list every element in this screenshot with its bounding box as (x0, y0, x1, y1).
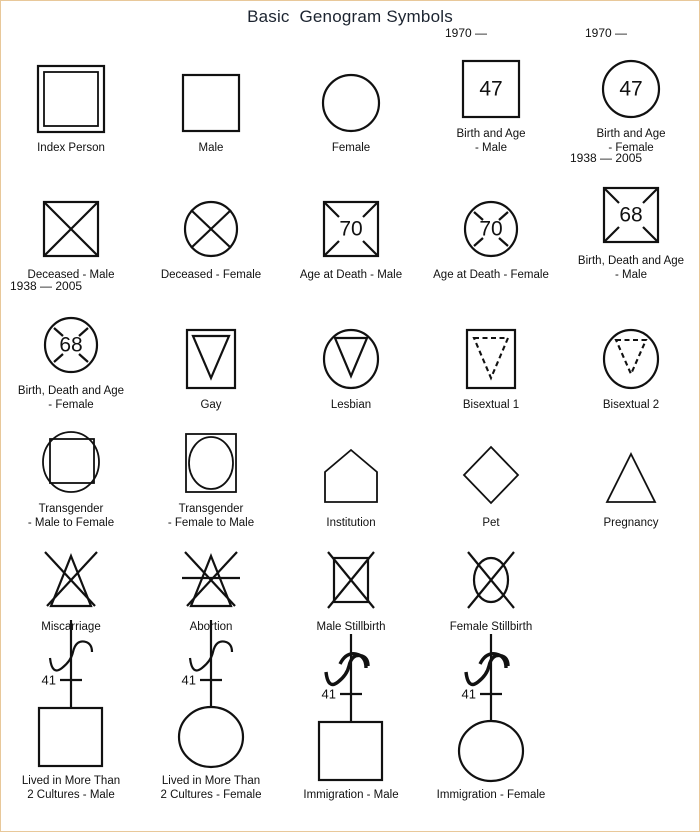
pet-glyph (453, 436, 529, 512)
symbol-cell-immigration-male[interactable]: 41 Immigration - Male (281, 632, 421, 802)
symbol-cell-lived-more-cultures-male[interactable]: 41 Lived in More Than 2 Cultures - Male (1, 620, 141, 802)
birth-death-date-label: 1938 — 2005 (10, 279, 83, 293)
female-stillbirth-glyph (453, 544, 529, 616)
birth-date-label: 1970 — (445, 26, 488, 40)
deceased-male-glyph (33, 188, 109, 264)
symbol-cell-immigration-female[interactable]: 41 Immigration - Female (421, 632, 561, 802)
symbol-row-1: Index Person Male Female 1970 — 47 Birth… (1, 27, 700, 155)
symbol-caption: Birth, Death and Age - Female (17, 385, 125, 411)
lived-more-cultures-female-glyph: 41 (156, 618, 266, 770)
symbol-cell-birth-and-age-male[interactable]: 1970 — 47 Birth and Age - Male (421, 27, 561, 155)
institution-glyph (313, 436, 389, 512)
symbol-caption: Index Person (37, 141, 105, 154)
symbol-cell-bisexual-1[interactable]: Bisextual 1 (421, 282, 561, 412)
lived-more-cultures-male-glyph: 41 (16, 618, 126, 770)
male-stillbirth-glyph (313, 544, 389, 616)
symbol-cell-lesbian[interactable]: Lesbian (281, 282, 421, 412)
female-glyph (313, 61, 389, 137)
symbol-cell-female[interactable]: Female (281, 27, 421, 155)
miscarriage-glyph (33, 544, 109, 616)
birth-death-age-male-glyph: 68 (593, 174, 669, 250)
symbol-caption: Lived in More Than 2 Cultures - Female (160, 775, 262, 801)
index-person-glyph (33, 61, 109, 137)
symbol-cell-birth-and-age-female[interactable]: 1970 — 47 Birth and Age - Female (561, 27, 700, 155)
symbol-caption: Age at Death - Female (433, 268, 549, 281)
symbol-row-6: 41 Lived in More Than 2 Cultures - Male … (1, 620, 700, 802)
symbol-caption: Age at Death - Male (299, 268, 403, 281)
male-glyph (173, 61, 249, 137)
age-number: 41 (42, 672, 56, 687)
symbol-row-3: 1938 — 2005 68 Birth, Death and Age - Fe… (1, 279, 700, 412)
symbol-cell-deceased-female[interactable]: Deceased - Female (141, 155, 281, 282)
symbol-caption: Immigration - Male (303, 788, 399, 801)
age-at-death-female-glyph: 70 (453, 188, 529, 264)
symbol-row-4: Transgender - Male to Female Transgender… (1, 412, 700, 530)
immigration-male-glyph: 41 (296, 632, 406, 784)
transgender-female-to-male-glyph (173, 422, 249, 498)
symbol-cell-age-at-death-female[interactable]: 70 Age at Death - Female (421, 155, 561, 282)
symbol-caption: Transgender - Female to Male (167, 503, 255, 529)
symbol-caption: Pregnancy (603, 516, 659, 529)
symbol-cell-deceased-male[interactable]: Deceased - Male (1, 155, 141, 282)
symbol-cell-male[interactable]: Male (141, 27, 281, 155)
symbol-cell-transgender-female-to-male[interactable]: Transgender - Female to Male (141, 412, 281, 530)
symbol-cell-female-stillbirth[interactable]: Female Stillbirth (421, 530, 561, 634)
transgender-male-to-female-glyph (33, 422, 109, 498)
symbol-caption: Transgender - Male to Female (27, 503, 115, 529)
symbol-cell-pregnancy[interactable]: Pregnancy (561, 412, 700, 530)
birth-and-age-female-glyph: 47 (593, 47, 669, 123)
symbol-cell-institution[interactable]: Institution (281, 412, 421, 530)
age-number: 47 (619, 78, 642, 101)
age-number: 70 (479, 217, 502, 240)
bisexual-2-glyph (593, 318, 669, 394)
bisexual-1-glyph (453, 318, 529, 394)
symbol-caption: Birth, Death and Age - Male (577, 255, 685, 281)
symbol-caption: Pet (482, 516, 500, 529)
gay-glyph (173, 318, 249, 394)
age-number: 70 (339, 217, 362, 240)
symbol-caption: Gay (200, 398, 222, 411)
symbol-cell-bisexual-2[interactable]: Bisextual 2 (561, 282, 700, 412)
birth-date-label: 1970 — (585, 26, 628, 40)
page-title: Basic Genogram Symbols (247, 7, 453, 26)
symbol-caption: Deceased - Female (160, 268, 262, 281)
age-at-death-male-glyph: 70 (313, 188, 389, 264)
symbol-caption: Immigration - Female (436, 788, 546, 801)
age-number: 47 (479, 78, 502, 101)
birth-death-age-female-glyph: 68 (33, 304, 109, 380)
symbol-grid: Index Person Male Female 1970 — 47 Birth… (1, 27, 699, 802)
abortion-glyph (173, 544, 249, 616)
age-number: 68 (59, 334, 82, 357)
symbol-row-2: Deceased - Male Deceased - Female 70 Age… (1, 151, 700, 282)
birth-and-age-male-glyph: 47 (453, 47, 529, 123)
immigration-female-glyph: 41 (436, 632, 546, 784)
symbol-caption: Birth and Age - Male (456, 128, 526, 154)
symbol-caption: Bisextual 1 (462, 398, 520, 411)
symbol-caption: Bisextual 2 (602, 398, 660, 411)
birth-death-date-label: 1938 — 2005 (570, 151, 643, 165)
symbol-caption: Lived in More Than 2 Cultures - Male (21, 775, 121, 801)
symbol-caption: Institution (326, 516, 376, 529)
symbol-caption: Lesbian (330, 398, 372, 411)
symbol-cell-pet[interactable]: Pet (421, 412, 561, 530)
genogram-page: Basic Genogram Symbols Index Person Male… (0, 0, 700, 832)
deceased-female-glyph (173, 188, 249, 264)
symbol-cell-gay[interactable]: Gay (141, 282, 281, 412)
symbol-cell-age-at-death-male[interactable]: 70 Age at Death - Male (281, 155, 421, 282)
age-number: 41 (462, 686, 476, 701)
age-number: 41 (322, 686, 336, 701)
symbol-cell-index-person[interactable]: Index Person (1, 27, 141, 155)
symbol-cell-lived-more-cultures-female[interactable]: 41 Lived in More Than 2 Cultures - Femal… (141, 620, 281, 802)
symbol-cell-male-stillbirth[interactable]: Male Stillbirth (281, 530, 421, 634)
pregnancy-glyph (593, 436, 669, 512)
lesbian-glyph (313, 318, 389, 394)
symbol-cell-birth-death-age-male[interactable]: 1938 — 2005 68 Birth, Death and Age - Ma… (561, 151, 700, 282)
symbol-caption: Male (198, 141, 224, 154)
symbol-cell-transgender-male-to-female[interactable]: Transgender - Male to Female (1, 412, 141, 530)
symbol-caption: Female (331, 141, 371, 154)
symbol-cell-birth-death-age-female[interactable]: 1938 — 2005 68 Birth, Death and Age - Fe… (1, 279, 141, 412)
age-number: 41 (182, 672, 196, 687)
age-number: 68 (619, 204, 642, 227)
